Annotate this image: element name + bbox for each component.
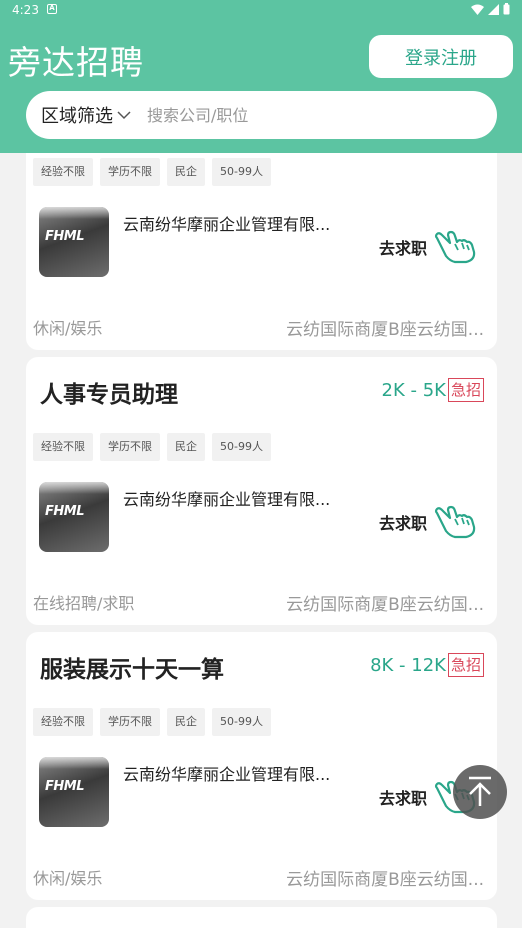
salary-block: 8K - 12K 急招 (370, 653, 484, 677)
logo-text: FHML (45, 229, 84, 244)
company-logo: FHML (39, 207, 109, 277)
logo-text: FHML (45, 779, 84, 794)
battery-icon (503, 3, 510, 15)
job-card[interactable]: 人事专员助理 2K - 5K 急招 经验不限 学历不限 民企 50-99人 FH… (26, 357, 497, 625)
region-filter-label: 区域筛选 (41, 106, 113, 127)
company-name: 云南纷华摩丽企业管理有限... (123, 215, 331, 234)
company-name: 云南纷华摩丽企业管理有限... (123, 490, 331, 509)
tag-experience: 经验不限 (33, 158, 93, 186)
job-card[interactable]: 服装展示十天一算 8K - 12K 急招 经验不限 学历不限 民企 50-99人… (26, 632, 497, 900)
job-card[interactable]: 经验不限 学历不限 民企 50-99人 FHML 云南纷华摩丽企业管理有限...… (26, 153, 497, 350)
app-title: 旁达招聘 (8, 43, 144, 82)
apply-button[interactable]: 去求职 (379, 235, 427, 259)
notification-icon: A (47, 4, 57, 14)
tag-experience: 经验不限 (33, 708, 93, 736)
wifi-icon (471, 4, 484, 15)
job-address: 云纺国际商厦B座云纺国... (286, 870, 484, 890)
urgent-badge: 急招 (447, 378, 484, 402)
company-name: 云南纷华摩丽企业管理有限... (123, 765, 331, 784)
job-title: 人事专员助理 (40, 382, 178, 408)
job-address: 云纺国际商厦B座云纺国... (286, 595, 484, 615)
status-bar: 4:23 A (0, 0, 522, 22)
system-icons (471, 3, 510, 15)
search-input[interactable] (147, 105, 447, 125)
job-category: 休闲/娱乐 (33, 319, 103, 338)
job-category: 休闲/娱乐 (33, 869, 103, 888)
logo-text: FHML (45, 504, 84, 519)
salary-block: 2K - 5K 急招 (382, 378, 484, 402)
apply-button[interactable]: 去求职 (379, 510, 427, 534)
tag-company-type: 民企 (167, 433, 205, 461)
tag-education: 学历不限 (100, 708, 160, 736)
job-tags: 经验不限 学历不限 民企 50-99人 (33, 433, 271, 461)
apply-button[interactable]: 去求职 (379, 785, 427, 809)
signal-icon (488, 3, 499, 15)
login-register-button[interactable]: 登录注册 (369, 35, 513, 78)
job-title: 服装展示十天一算 (40, 657, 224, 683)
region-filter-dropdown[interactable]: 区域筛选 (41, 102, 131, 128)
tag-education: 学历不限 (100, 433, 160, 461)
company-logo: FHML (39, 482, 109, 552)
app-header: 4:23 A 旁达招聘 登录注册 区域筛选 (0, 0, 522, 153)
status-time: 4:23 (12, 3, 39, 17)
tag-company-type: 民企 (167, 158, 205, 186)
arrow-up-icon (469, 776, 491, 806)
job-card[interactable] (26, 907, 497, 928)
tag-company-size: 50-99人 (212, 708, 271, 736)
tag-education: 学历不限 (100, 158, 160, 186)
job-category: 在线招聘/求职 (33, 594, 135, 613)
job-list[interactable]: 经验不限 学历不限 民企 50-99人 FHML 云南纷华摩丽企业管理有限...… (0, 153, 522, 928)
tag-company-type: 民企 (167, 708, 205, 736)
hand-pointer-icon[interactable] (433, 505, 477, 539)
hand-pointer-icon[interactable] (433, 230, 477, 264)
tag-experience: 经验不限 (33, 433, 93, 461)
job-tags: 经验不限 学历不限 民企 50-99人 (33, 158, 271, 186)
tag-company-size: 50-99人 (212, 433, 271, 461)
salary: 8K - 12K (370, 654, 446, 676)
salary: 2K - 5K (381, 379, 446, 401)
job-address: 云纺国际商厦B座云纺国... (286, 320, 484, 340)
chevron-down-icon (117, 111, 131, 120)
company-logo: FHML (39, 757, 109, 827)
back-to-top-button[interactable] (453, 765, 507, 819)
tag-company-size: 50-99人 (212, 158, 271, 186)
search-bar: 区域筛选 (26, 91, 497, 139)
urgent-badge: 急招 (447, 653, 484, 677)
job-tags: 经验不限 学历不限 民企 50-99人 (33, 708, 271, 736)
